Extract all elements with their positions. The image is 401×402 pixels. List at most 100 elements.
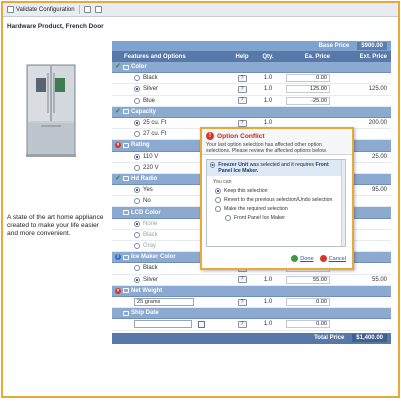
help-icon[interactable]: ?: [237, 276, 247, 284]
feature-group-row: ✓ Color: [112, 62, 391, 74]
option-label: Black: [143, 75, 158, 82]
option-radio[interactable]: [134, 75, 140, 82]
qty-value[interactable]: 1.0: [264, 75, 272, 81]
qty-value[interactable]: 1.0: [264, 321, 272, 327]
qty-value[interactable]: 1.0: [264, 98, 272, 104]
qty-value[interactable]: 1.0: [264, 86, 272, 92]
option-row[interactable]: Blue? 1.0 -25.00: [112, 96, 391, 107]
error-icon: !: [206, 132, 214, 140]
toolbar-divider: [78, 5, 80, 14]
option-label: Black: [143, 231, 158, 238]
option-radio[interactable]: [134, 164, 140, 171]
help-icon[interactable]: ?: [237, 320, 247, 328]
feature-group-row: ✓ Capacity: [112, 106, 391, 118]
feature-group-row: × Net Weight: [112, 285, 391, 297]
dialog-body: Freezer Unit was selected and it require…: [206, 159, 346, 247]
done-button[interactable]: Done: [291, 255, 314, 262]
resolution-radio[interactable]: [215, 187, 221, 194]
feature-group-label: Capacity: [131, 108, 157, 115]
feature-group-icon: [123, 64, 129, 70]
help-icon[interactable]: ?: [237, 298, 247, 306]
resolution-radio[interactable]: [215, 205, 221, 212]
resolution-option[interactable]: Front Panel Ice Maker: [207, 213, 345, 222]
resolution-radio[interactable]: [215, 196, 221, 203]
option-radio[interactable]: [134, 120, 140, 127]
grid-header: Features and Options Help Qty. Ea. Price…: [112, 51, 391, 62]
net-weight-input[interactable]: 25 grams: [134, 298, 194, 307]
feature-group-icon: [123, 176, 129, 182]
dialog-footer: Done Cancel: [291, 255, 346, 262]
status-blank-icon: [115, 310, 121, 316]
feature-group-icon: [123, 310, 129, 316]
feature-group-icon: [123, 142, 129, 148]
option-radio[interactable]: [134, 187, 140, 194]
qty-value[interactable]: 1.0: [264, 299, 272, 305]
help-icon[interactable]: [94, 6, 102, 13]
cancel-label: Cancel: [328, 255, 346, 262]
option-radio[interactable]: [134, 231, 140, 238]
toolbar: Validate Configuration: [3, 3, 398, 17]
ea-price-value: 0.00: [286, 298, 330, 307]
header-features: Features and Options: [124, 53, 186, 60]
qty-value[interactable]: 1.0: [264, 120, 272, 126]
option-radio[interactable]: [134, 86, 140, 93]
qty-value[interactable]: 1.0: [264, 277, 272, 283]
option-row[interactable]: Silver? 1.0 55.00 55.00: [112, 275, 391, 286]
cancel-circle-icon: [319, 255, 327, 262]
option-radio[interactable]: [134, 243, 140, 250]
option-radio[interactable]: [134, 131, 140, 138]
printer-icon[interactable]: [83, 6, 91, 13]
ea-price-value: 125.00: [286, 85, 330, 94]
cancel-button[interactable]: Cancel: [319, 255, 346, 262]
feature-group-icon: [123, 210, 129, 216]
header-qty: Qty.: [262, 53, 274, 60]
help-icon[interactable]: ?: [237, 85, 247, 93]
option-label: 25 cu. Ft: [143, 120, 167, 127]
option-radio[interactable]: [134, 276, 140, 283]
base-price-value: $900.00: [357, 42, 387, 50]
ea-price-value: 0.00: [286, 320, 330, 329]
help-icon[interactable]: ?: [237, 97, 247, 105]
feature-group-label: Ship Date: [131, 310, 159, 317]
product-panel: Hardware Product, French Door: [7, 23, 107, 31]
option-label: Yes: [143, 187, 153, 194]
option-label: Black: [143, 265, 158, 272]
option-radio[interactable]: [134, 153, 140, 160]
resolution-option[interactable]: Revert to the previous selection/Undo se…: [207, 195, 345, 204]
ext-price-value: 25.00: [371, 153, 387, 160]
help-icon[interactable]: ?: [237, 119, 247, 127]
resolution-option[interactable]: Keep this selection: [207, 186, 345, 195]
check-icon: ✓: [115, 174, 121, 182]
feature-group-icon: [123, 254, 129, 260]
ext-price-value: 125.00: [368, 86, 387, 93]
resolution-radio[interactable]: [225, 214, 231, 221]
option-row[interactable]: Silver? 1.0 125.00 125.00: [112, 84, 391, 96]
you-can-label: You can: [213, 179, 232, 185]
ea-price-value: 55.00: [286, 275, 330, 284]
option-label: Silver: [143, 86, 159, 93]
info-icon: i: [115, 254, 121, 261]
help-icon[interactable]: ?: [237, 74, 247, 82]
base-price-label: Base Price: [318, 43, 350, 49]
calendar-icon[interactable]: [198, 320, 205, 328]
net-weight-row[interactable]: 25 grams? 1.0 0.00: [112, 297, 391, 309]
option-radio[interactable]: [134, 97, 140, 104]
header-ext-price: Ext. Price: [359, 53, 387, 60]
ship-date-input[interactable]: [134, 320, 192, 329]
total-price-row: Total Price $1,400.00: [112, 332, 391, 344]
total-price-label: Total Price: [314, 335, 345, 341]
feature-group-icon: [123, 109, 129, 115]
option-row[interactable]: Black? 1.0 0.00: [112, 73, 391, 85]
ship-date-row[interactable]: ? 1.0 0.00: [112, 319, 391, 331]
feature-group-label: Ice Maker Color: [131, 254, 176, 261]
conflict-marker-icon: [210, 162, 216, 168]
resolution-option[interactable]: Make the required selection: [207, 204, 345, 213]
conflict-mid: was selected and it requires: [249, 162, 314, 168]
option-label: 110 V: [143, 153, 159, 160]
dialog-scrollbar[interactable]: [341, 160, 345, 246]
validate-configuration-button[interactable]: Validate Configuration: [7, 6, 75, 13]
option-radio[interactable]: [134, 220, 140, 227]
dialog-subtitle: Your last option selection has affected …: [206, 142, 328, 154]
option-radio[interactable]: [134, 265, 140, 272]
option-radio[interactable]: [134, 198, 140, 205]
